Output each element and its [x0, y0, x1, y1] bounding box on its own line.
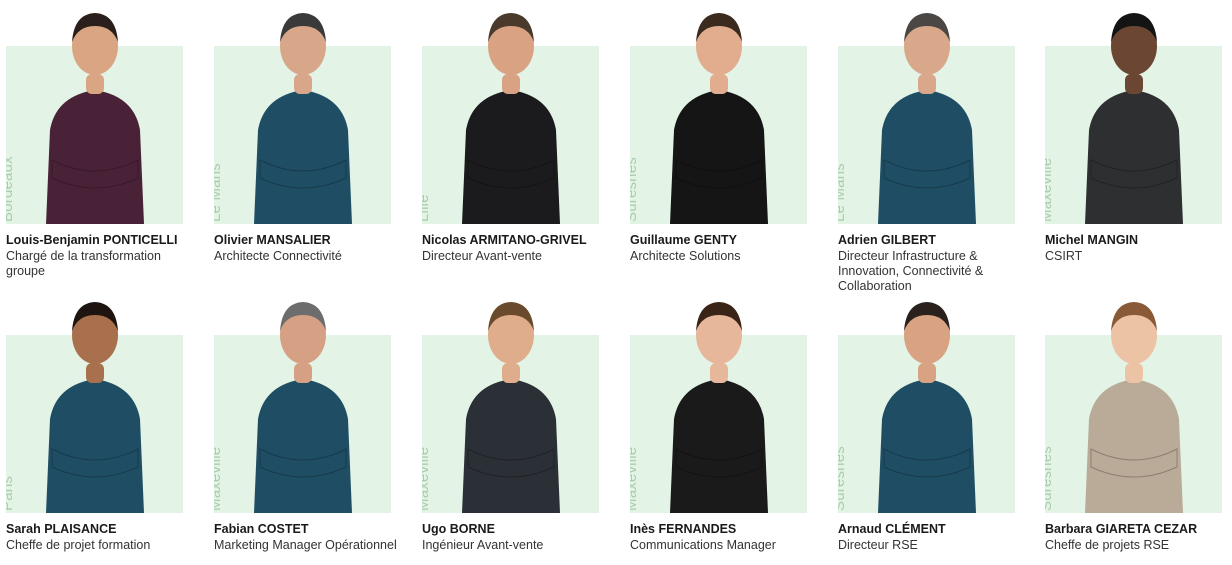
torso-shape — [462, 379, 560, 513]
city-label: Maxéville — [1045, 157, 1055, 222]
city-label: Maxéville — [422, 446, 432, 511]
neck-shape — [502, 363, 520, 383]
city-label: Maxéville — [630, 446, 640, 511]
city-label: Paris — [6, 475, 16, 511]
torso-shape — [1085, 379, 1183, 513]
member-name: Olivier MANSALIER — [214, 233, 331, 247]
member-name: Guillaume GENTY — [630, 233, 737, 247]
person-portrait-image — [422, 289, 600, 513]
member-name: Arnaud CLÉMENT — [838, 522, 946, 536]
torso-shape — [254, 379, 352, 513]
member-role: Marketing Manager Opérationnel — [214, 538, 397, 552]
torso-shape — [46, 379, 144, 513]
portrait-svg — [254, 13, 352, 224]
member-name: Nicolas ARMITANO-GRIVEL — [422, 233, 587, 247]
portrait-svg — [462, 302, 560, 513]
portrait-svg — [46, 13, 144, 224]
neck-shape — [502, 74, 520, 94]
member-role: Ingénieur Avant-vente — [422, 538, 544, 552]
member-role: Cheffe de projets RSE — [1045, 538, 1170, 552]
portrait-svg — [878, 13, 976, 224]
neck-shape — [918, 363, 936, 383]
neck-shape — [294, 74, 312, 94]
city-label: Lille — [422, 194, 432, 222]
portrait-svg — [670, 302, 768, 513]
member-name: Michel MANGIN — [1045, 233, 1139, 247]
member-name: Louis-Benjamin PONTICELLI — [6, 233, 178, 247]
city-label: Suresnes — [630, 157, 640, 222]
city-label: Le Mans — [214, 163, 224, 222]
member-name: Barbara GIARETA CEZAR — [1045, 522, 1198, 536]
portrait-svg — [878, 302, 976, 513]
torso-shape — [670, 90, 768, 224]
torso-shape — [254, 90, 352, 224]
portrait-svg — [46, 302, 144, 513]
member-name: Ugo BORNE — [422, 522, 495, 536]
person-portrait-image — [1045, 289, 1223, 513]
neck-shape — [294, 363, 312, 383]
neck-shape — [918, 74, 936, 94]
city-label: Maxéville — [214, 446, 224, 511]
member-role: Architecte Solutions — [630, 249, 741, 263]
city-label: Suresnes — [838, 446, 848, 511]
portrait-svg — [462, 13, 560, 224]
member-role: Directeur RSE — [838, 538, 918, 552]
neck-shape — [1125, 363, 1143, 383]
person-portrait-image — [630, 0, 808, 224]
person-portrait-image — [6, 0, 184, 224]
torso-shape — [878, 379, 976, 513]
member-role: Directeur Infrastructure & Innovation, C… — [838, 249, 984, 293]
neck-shape — [86, 74, 104, 94]
person-portrait-image — [838, 289, 1016, 513]
city-label: Bordeaux — [6, 156, 16, 222]
city-label: Le Mans — [838, 163, 848, 222]
neck-shape — [710, 363, 728, 383]
member-role: Architecte Connectivité — [214, 249, 342, 263]
torso-shape — [462, 90, 560, 224]
city-label: Suresnes — [1045, 446, 1055, 511]
member-name: Sarah PLAISANCE — [6, 522, 117, 536]
neck-shape — [1125, 74, 1143, 94]
person-portrait-image — [6, 289, 184, 513]
torso-shape — [1085, 90, 1183, 224]
portrait-svg — [1085, 13, 1183, 224]
member-role: Communications Manager — [630, 538, 776, 552]
person-portrait-image — [422, 0, 600, 224]
person-portrait-image — [1045, 0, 1223, 224]
member-role: Chargé de la transformation groupe — [6, 249, 161, 278]
member-role: Cheffe de projet formation — [6, 538, 151, 552]
person-portrait-image — [214, 0, 392, 224]
portrait-svg — [670, 13, 768, 224]
member-role: Directeur Avant-vente — [422, 249, 542, 263]
neck-shape — [86, 363, 104, 383]
member-name: Adrien GILBERT — [838, 233, 936, 247]
portrait-svg — [254, 302, 352, 513]
person-portrait-image — [214, 289, 392, 513]
torso-shape — [46, 90, 144, 224]
member-name: Inès FERNANDES — [630, 522, 737, 536]
member-name: Fabian COSTET — [214, 522, 309, 536]
member-role: CSIRT — [1045, 249, 1083, 263]
torso-shape — [878, 90, 976, 224]
neck-shape — [710, 74, 728, 94]
portrait-svg — [1085, 302, 1183, 513]
person-portrait-image — [838, 0, 1016, 224]
person-portrait-image — [630, 289, 808, 513]
torso-shape — [670, 379, 768, 513]
